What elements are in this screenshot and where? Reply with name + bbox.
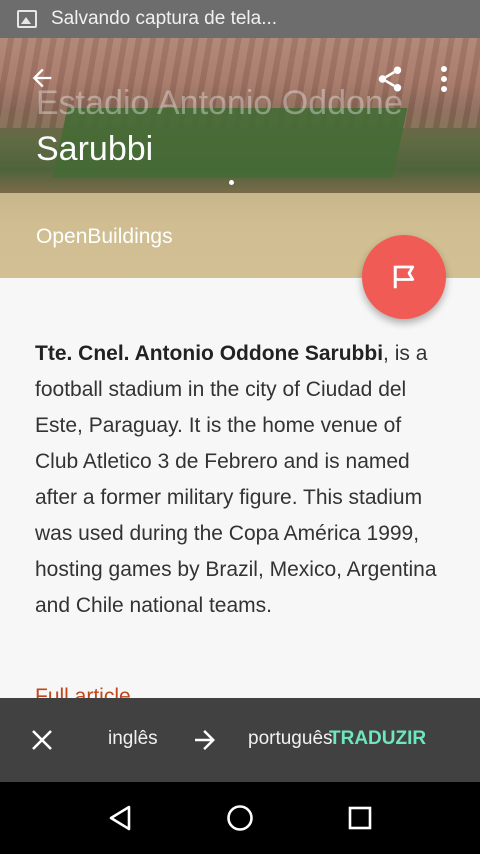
article-summary: Tte. Cnel. Antonio Oddone Sarubbi, is a … [35, 336, 450, 624]
translate-button[interactable]: TRADUZIR [329, 728, 426, 750]
arrow-back-icon [32, 68, 52, 88]
status-text: Salvando captura de tela... [51, 8, 278, 29]
translate-bar: inglês português TRADUZIR [0, 698, 480, 782]
page-indicator-dot [229, 180, 234, 185]
nav-home-button[interactable] [220, 798, 260, 838]
report-flag-button[interactable] [362, 235, 446, 319]
nav-recents-button[interactable] [340, 798, 380, 838]
page-title-line2: Sarubbi [36, 130, 154, 168]
system-nav-bar [0, 782, 480, 854]
back-button[interactable] [24, 60, 60, 96]
source-language[interactable]: inglês [108, 728, 158, 750]
status-bar: Salvando captura de tela... [0, 0, 480, 38]
article-subject: Tte. Cnel. Antonio Oddone Sarubbi [35, 342, 384, 365]
more-vert-icon [441, 66, 447, 92]
square-recents-icon [348, 806, 372, 830]
triangle-back-icon [109, 805, 131, 831]
screen: Salvando captura de tela... Estadio Anto… [0, 0, 480, 854]
article-body: , is a football stadium in the city of C… [35, 342, 437, 617]
share-icon [378, 66, 402, 92]
flag-icon [393, 265, 415, 289]
target-language[interactable]: português [248, 728, 333, 750]
arrow-forward-icon [195, 730, 215, 750]
more-options-button[interactable] [430, 60, 458, 98]
nav-back-button[interactable] [100, 798, 140, 838]
image-icon [17, 10, 37, 28]
share-button[interactable] [372, 61, 408, 97]
translate-close-button[interactable] [24, 722, 60, 758]
circle-home-icon [227, 805, 253, 831]
close-icon [32, 730, 52, 750]
page-subtitle: OpenBuildings [36, 225, 173, 248]
